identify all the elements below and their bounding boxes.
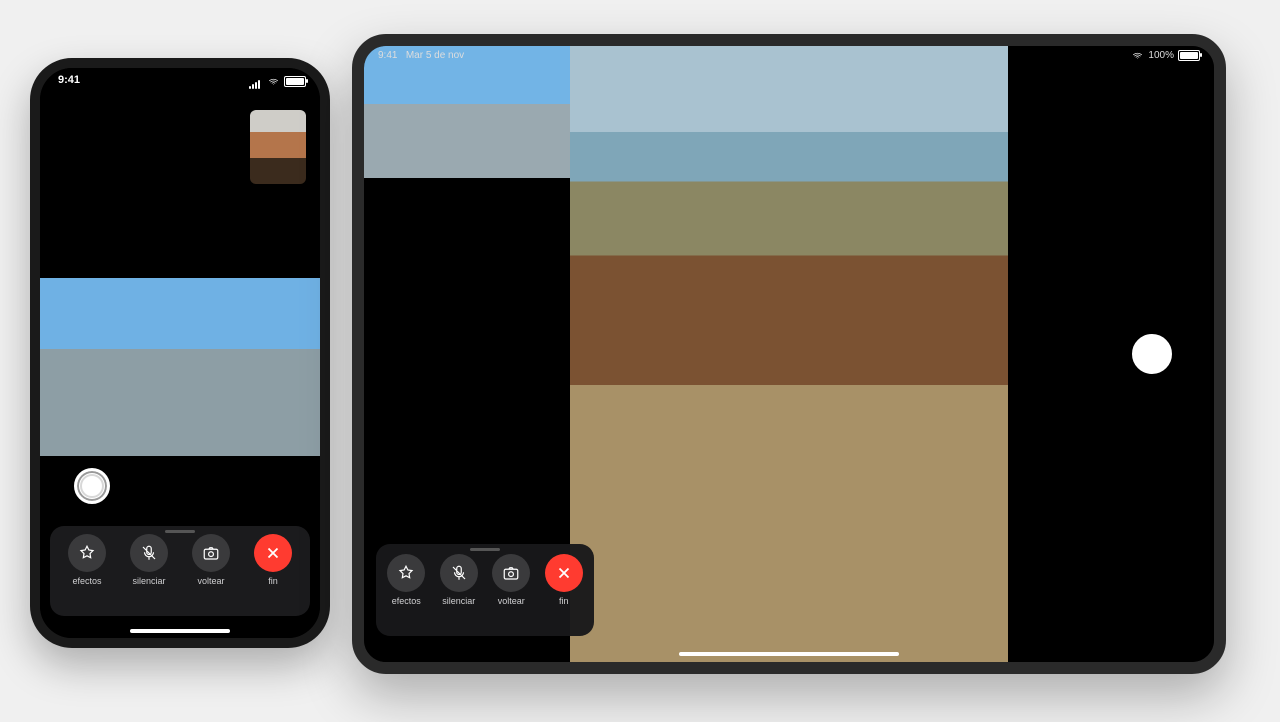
call-controls-panel[interactable]: efectos silenciar voltear fin	[376, 544, 594, 636]
mute-button[interactable]: silenciar	[435, 554, 483, 606]
mic-off-icon	[450, 564, 468, 582]
star-effects-icon	[78, 544, 96, 562]
mute-label: silenciar	[442, 596, 475, 606]
status-date: Mar 5 de nov	[406, 50, 464, 61]
live-photo-capture-button[interactable]	[74, 468, 110, 504]
flip-camera-button[interactable]: voltear	[187, 534, 235, 586]
mute-label: silenciar	[132, 576, 165, 586]
status-right-cluster: 100%	[1131, 50, 1200, 61]
flip-label: voltear	[197, 576, 224, 586]
product-shot-stage: 9:41 efectos silenciar	[0, 0, 1280, 722]
wifi-icon	[267, 77, 280, 87]
panel-grabber[interactable]	[470, 548, 500, 551]
status-time: 9:41	[378, 50, 397, 61]
camera-flip-icon	[202, 544, 220, 562]
ipad-facetime-screen: efectos silenciar voltear fin	[364, 46, 1214, 662]
mute-button[interactable]: silenciar	[125, 534, 173, 586]
live-photo-capture-button[interactable]	[1132, 334, 1172, 374]
flip-label: voltear	[498, 596, 525, 606]
status-left-cluster: 9:41 Mar 5 de nov	[378, 50, 464, 61]
status-right-cluster	[249, 76, 306, 87]
ipad-device: 9:41 Mar 5 de nov 100% efectos	[352, 34, 1226, 674]
call-controls-panel[interactable]: efectos silenciar voltear fin	[50, 526, 310, 616]
flip-camera-button[interactable]: voltear	[487, 554, 535, 606]
battery-icon	[284, 76, 306, 87]
iphone-notch	[123, 68, 238, 90]
iphone-facetime-screen: efectos silenciar voltear fin	[40, 68, 320, 638]
iphone-device: 9:41 efectos silenciar	[30, 58, 330, 648]
wifi-icon	[1131, 51, 1144, 61]
end-call-button[interactable]: fin	[249, 534, 297, 586]
cellular-signal-icon	[249, 77, 263, 87]
home-indicator[interactable]	[130, 629, 230, 633]
self-view-pip[interactable]	[250, 110, 306, 184]
end-label: fin	[268, 576, 278, 586]
camera-flip-icon	[502, 564, 520, 582]
status-time: 9:41	[58, 74, 80, 86]
effects-button[interactable]: efectos	[382, 554, 430, 606]
end-call-button[interactable]: fin	[540, 554, 588, 606]
effects-button[interactable]: efectos	[63, 534, 111, 586]
panel-grabber[interactable]	[165, 530, 195, 533]
end-label: fin	[559, 596, 569, 606]
star-effects-icon	[397, 564, 415, 582]
close-x-icon	[555, 564, 573, 582]
effects-label: efectos	[392, 596, 421, 606]
remote-video[interactable]	[40, 278, 320, 456]
home-indicator[interactable]	[679, 652, 899, 656]
close-x-icon	[264, 544, 282, 562]
battery-icon	[1178, 50, 1200, 61]
battery-percentage: 100%	[1148, 50, 1174, 61]
remote-video[interactable]	[570, 46, 1008, 662]
effects-label: efectos	[72, 576, 101, 586]
ipad-status-bar: 9:41 Mar 5 de nov 100%	[364, 50, 1214, 68]
mic-off-icon	[140, 544, 158, 562]
